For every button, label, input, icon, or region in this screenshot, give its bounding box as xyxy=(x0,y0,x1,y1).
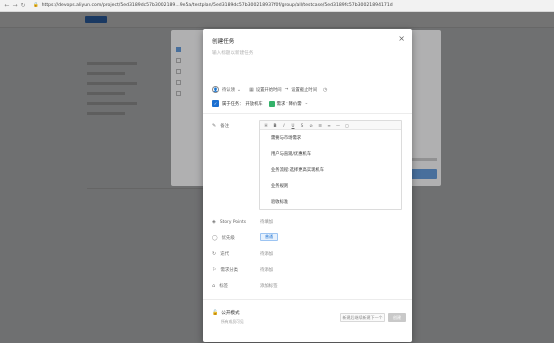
start-time-field[interactable]: 设置开始时间 xyxy=(256,87,282,93)
browser-address-bar: ← → ↻ 🔒 https://devops.aliyun.com/projec… xyxy=(0,0,554,12)
remark-editor[interactable]: H B I U S ⊘ ☰ ≡ — ▢ 需要与市场需求 用户与直观/优惠机车 业… xyxy=(259,120,402,210)
tag-icon: ⌂ xyxy=(212,283,216,289)
deadline-field[interactable]: 设置截止时间 xyxy=(291,87,317,93)
priority-tag[interactable]: 普通 xyxy=(260,233,278,241)
story-points-label: ◈ Story Points xyxy=(212,219,247,225)
editor-line: 需要与市场需求 xyxy=(271,136,302,141)
create-and-continue-button[interactable]: 新建后继续新建下一个 xyxy=(340,313,385,322)
bullet-list-icon[interactable]: ☰ xyxy=(317,123,323,128)
priority-icon: ◯ xyxy=(212,235,218,241)
url-text: https://devops.aliyun.com/project/5ed318… xyxy=(41,3,393,8)
lock-icon: 🔒 xyxy=(33,3,39,8)
editor-line: 验收标准 xyxy=(271,200,289,205)
category-icon: ⚐ xyxy=(212,267,217,273)
clock-icon[interactable]: ◷ xyxy=(323,87,327,93)
dialog-title: 创建任务 xyxy=(212,39,235,45)
public-mode-toggle[interactable]: 🔓 公开模式 xyxy=(212,310,240,316)
underlying-item[interactable] xyxy=(176,44,184,55)
back-icon[interactable]: ← xyxy=(3,2,11,10)
create-button[interactable]: 创建 xyxy=(388,313,406,322)
requirement-type[interactable]: 需求 xyxy=(277,101,286,107)
italic-button[interactable]: I xyxy=(281,123,287,128)
requirement-name[interactable]: 降价需 xyxy=(289,101,302,107)
story-points-icon: ◈ xyxy=(212,219,216,225)
bold-button[interactable]: B xyxy=(272,123,278,128)
underlying-item[interactable] xyxy=(176,55,184,66)
underlying-panel-list xyxy=(176,44,184,99)
divider xyxy=(203,113,412,114)
image-icon[interactable]: ▢ xyxy=(344,123,350,128)
priority-label: ◯ 优先级 xyxy=(212,235,235,241)
requirement-category-value[interactable]: 待添加 xyxy=(260,267,273,273)
editor-line: 业务流程:选择更高实现机车 xyxy=(271,168,325,173)
strikethrough-button[interactable]: S xyxy=(299,123,305,128)
tag-label: ⌂ 标签 xyxy=(212,283,228,289)
underlying-item[interactable] xyxy=(176,88,184,99)
task-type-icon: ✓ xyxy=(212,100,219,107)
remark-label: ✎ 备注 xyxy=(212,123,229,129)
tag-value[interactable]: 添加标签 xyxy=(260,283,278,289)
underlying-item[interactable] xyxy=(176,77,184,88)
iteration-value[interactable]: 待添加 xyxy=(260,251,273,257)
public-mode-hint: 所有成员可见 xyxy=(221,319,244,324)
editor-line: 业务规则 xyxy=(271,184,289,189)
editor-line: 用户与直观/优惠机车 xyxy=(271,152,312,157)
edit-icon: ✎ xyxy=(212,123,217,129)
lock-icon: 🔓 xyxy=(212,310,219,316)
chevron-down-icon[interactable]: ⌄ xyxy=(305,101,309,106)
calendar-icon: ▦ xyxy=(249,86,254,93)
chevron-down-icon: ⌄ xyxy=(236,86,242,93)
arrow-icon: → xyxy=(284,87,289,92)
underlying-progress xyxy=(410,158,437,161)
iteration-icon: ↻ xyxy=(212,251,217,257)
hr-icon[interactable]: — xyxy=(335,123,341,128)
requirement-icon xyxy=(268,100,275,107)
editor-body[interactable]: 需要与市场需求 用户与直观/优惠机车 业务流程:选择更高实现机车 业务规则 验收… xyxy=(260,130,401,215)
story-points-value[interactable]: 待填加 xyxy=(260,219,273,225)
task-title-input[interactable]: 输入标题以新建任务 xyxy=(212,50,253,56)
belong-label: 属于任务： xyxy=(222,101,244,107)
reload-icon[interactable]: ↻ xyxy=(19,2,27,10)
heading-button[interactable]: H xyxy=(263,123,269,128)
link-icon[interactable]: ⊘ xyxy=(308,123,314,128)
divider xyxy=(203,299,412,300)
belong-project[interactable]: 开放机车 xyxy=(245,101,262,107)
task-meta-row: 👤 待认领 ⌄ ▦ 设置开始时间 → 设置截止时间 ◷ xyxy=(212,86,329,93)
forward-icon[interactable]: → xyxy=(11,2,19,10)
url-field[interactable]: 🔒 https://devops.aliyun.com/project/5ed3… xyxy=(33,3,393,8)
ordered-list-icon[interactable]: ≡ xyxy=(326,123,332,128)
belong-to-row: ✓ 属于任务： 开放机车 需求 · 降价需 ⌄ xyxy=(212,100,309,107)
avatar[interactable]: 👤 xyxy=(212,86,219,93)
underline-button[interactable]: U xyxy=(290,123,296,128)
requirement-category-label: ⚐ 需求分类 xyxy=(212,267,239,273)
underlying-item[interactable] xyxy=(176,66,184,77)
underlying-confirm-button[interactable] xyxy=(410,169,437,179)
close-icon[interactable]: × xyxy=(398,35,405,43)
create-task-dialog: 创建任务 × 输入标题以新建任务 👤 待认领 ⌄ ▦ 设置开始时间 → 设置截止… xyxy=(203,29,412,342)
editor-toolbar: H B I U S ⊘ ☰ ≡ — ▢ xyxy=(260,121,401,130)
assignee-value[interactable]: 待认领 xyxy=(222,87,235,93)
iteration-label: ↻ 迭代 xyxy=(212,251,229,257)
